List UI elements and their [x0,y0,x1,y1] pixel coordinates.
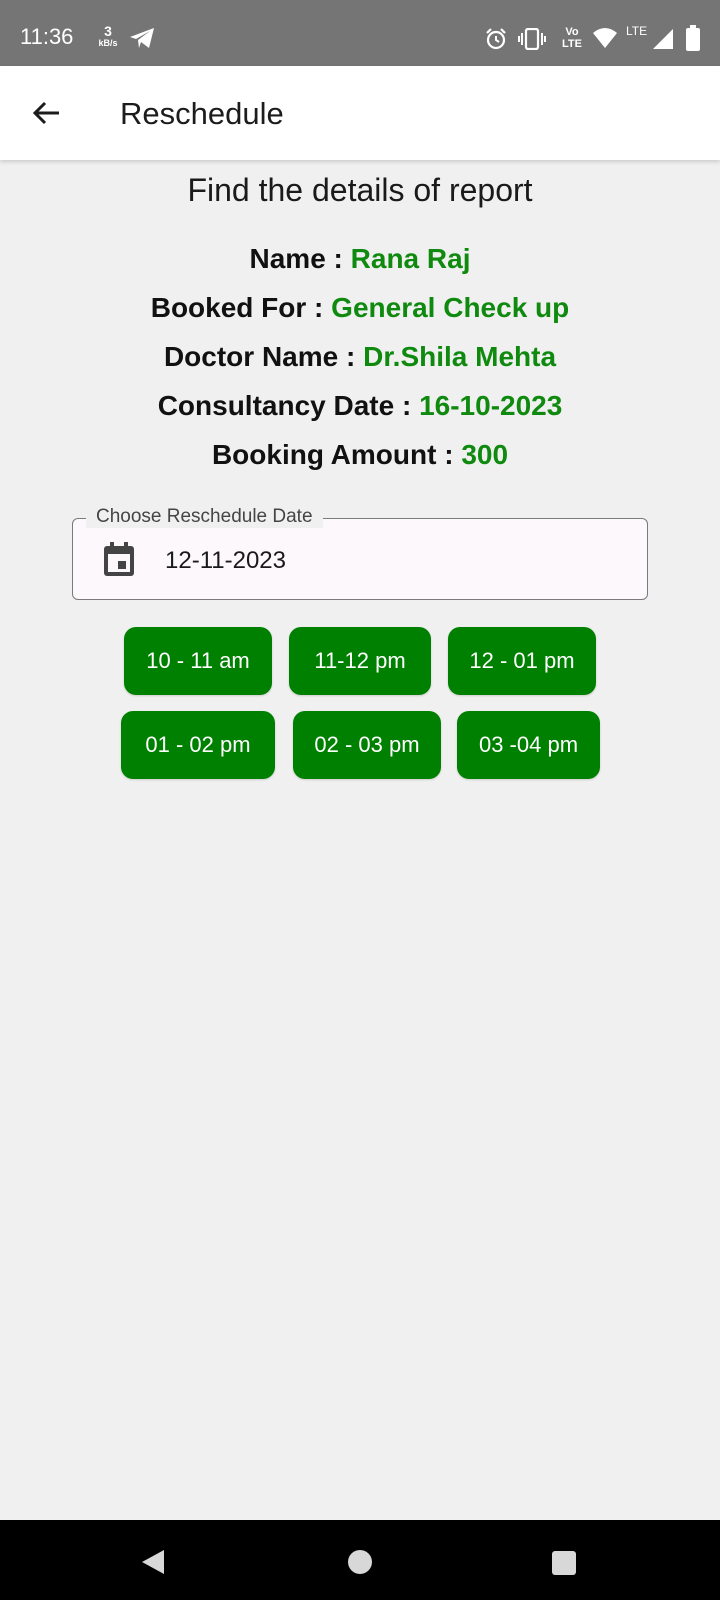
network-speed-value: 3 [104,23,112,39]
time-slot-button[interactable]: 01 - 02 pm [121,711,275,779]
volte-icon: Vo LTE [560,26,584,50]
reschedule-date-field[interactable]: 12-11-2023 [72,518,648,600]
detail-label: Consultancy Date : [157,390,420,421]
network-speed: 3 kB/s [93,24,123,48]
detail-value: Rana Raj [350,243,471,274]
time-slot-button[interactable]: 02 - 03 pm [293,711,441,779]
back-button[interactable] [24,90,70,136]
vibrate-icon [518,28,546,50]
system-nav-bar [0,1520,720,1600]
time-slot-button[interactable]: 12 - 01 pm [448,627,596,695]
detail-consultancy-date: Consultancy Date : 16-10-2023 [0,390,720,422]
detail-label: Doctor Name : [163,341,364,372]
home-circle-icon[interactable] [347,1549,373,1575]
time-slot-button[interactable]: 03 -04 pm [457,711,600,779]
time-slot-button[interactable]: 11-12 pm [289,627,431,695]
status-time: 11:36 [20,24,74,49]
reschedule-date-value: 12-11-2023 [165,547,286,574]
detail-booked-for: Booked For : General Check up [0,292,720,324]
lte-signal-icon [653,29,673,49]
page-title: Reschedule [120,96,284,131]
detail-value: General Check up [331,292,570,323]
report-heading: Find the details of report [187,172,533,208]
battery-icon [686,25,700,51]
calendar-icon [104,542,134,576]
alarm-icon [486,28,506,50]
wifi-icon [593,28,617,48]
back-triangle-icon[interactable] [140,1548,166,1576]
detail-booking-amount: Booking Amount : 300 [0,439,720,471]
detail-name: Name : Rana Raj [0,243,720,275]
volte-lte-label: LTE [562,38,582,50]
status-bar: 11:36 3 kB/s Vo LTE LTE [0,0,720,66]
detail-label: Name : [249,243,351,274]
detail-label: Booked For : [150,292,332,323]
reschedule-date-label: Choose Reschedule Date [86,506,323,528]
telegram-icon [130,28,154,48]
volte-label: Vo [565,26,579,38]
detail-value: 16-10-2023 [419,390,563,421]
detail-value: 300 [461,439,509,470]
lte-label: LTE [626,24,648,38]
detail-doctor-name: Doctor Name : Dr.Shila Mehta [0,341,720,373]
recents-square-icon[interactable] [551,1550,577,1576]
time-slot-button[interactable]: 10 - 11 am [124,627,272,695]
app-bar: Reschedule [0,66,720,160]
arrow-left-icon [32,101,59,125]
network-speed-unit: kB/s [98,38,118,48]
detail-label: Booking Amount : [211,439,462,470]
detail-value: Dr.Shila Mehta [363,341,557,372]
